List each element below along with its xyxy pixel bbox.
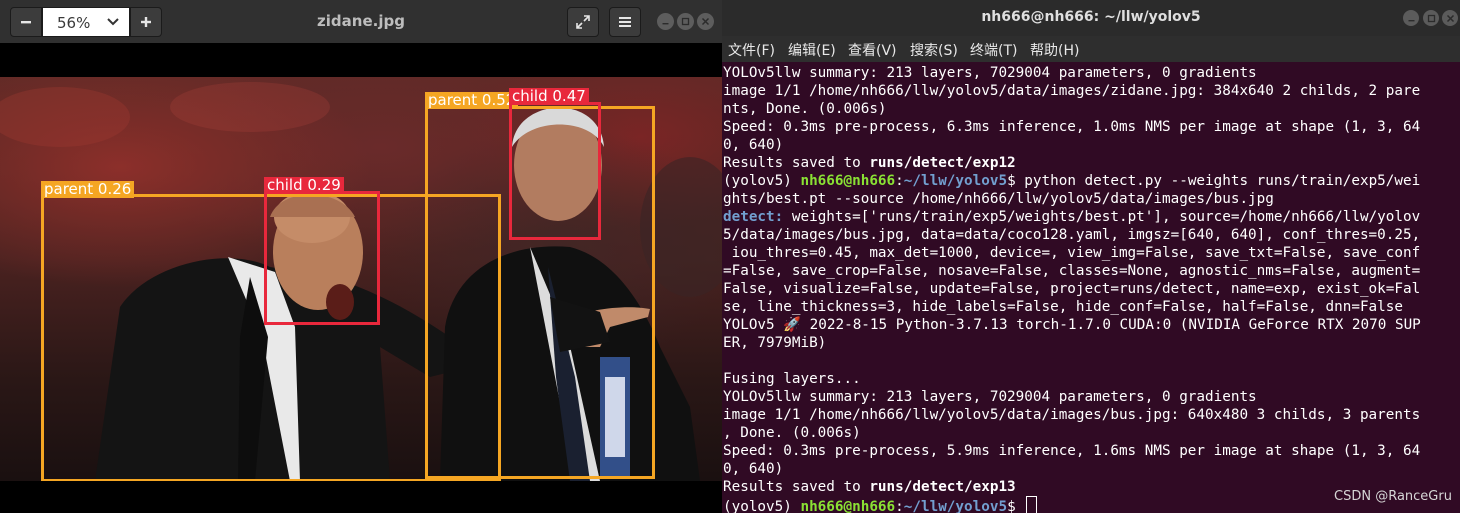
output-line: False, visualize=False, update=False, pr… [723, 281, 1421, 297]
output-line: YOLOv5llw summary: 213 layers, 7029004 p… [723, 389, 1257, 405]
plus-icon [141, 17, 151, 27]
prompt-env: (yolov5) [723, 499, 801, 513]
chevron-down-icon [107, 18, 119, 26]
zoom-level-value: 56% [57, 14, 91, 32]
prompt-env: (yolov5) [723, 173, 801, 189]
output-line: 5/data/images/bus.jpg, data=data/coco128… [723, 227, 1421, 243]
output-line: 0, 640) [723, 137, 784, 153]
watermark: CSDN @RanceGru [1334, 489, 1452, 504]
output-line: se, line_thickness=3, hide_labels=False,… [723, 299, 1403, 315]
maximize-button[interactable] [677, 13, 694, 30]
output-line: Speed: 0.3ms pre-process, 6.3ms inferenc… [723, 119, 1421, 135]
output-line: YOLOv5llw summary: 213 layers, 7029004 p… [723, 65, 1257, 81]
minimize-icon [1408, 19, 1414, 21]
menu-terminal[interactable]: 终端(T) [970, 40, 1017, 60]
minimize-button[interactable] [657, 13, 674, 30]
output-line: nts, Done. (0.006s) [723, 101, 887, 117]
detection-box-child [509, 102, 601, 240]
output-path: runs/detect/exp12 [869, 155, 1016, 171]
output-line: ER, 7979MiB) [723, 335, 827, 351]
terminal-scrollbar[interactable] [1453, 64, 1458, 513]
prompt-line: (yolov5) nh666@nh666:~/llw/yolov5$ [723, 496, 1038, 513]
close-button[interactable] [1442, 10, 1458, 26]
output-line: YOLOv5 🚀 2022-8-15 Python-3.7.13 torch-1… [723, 317, 1421, 333]
prompt-path: ~/llw/yolov5 [903, 173, 1008, 189]
zoom-in-button[interactable] [130, 7, 162, 37]
output-line: , Done. (0.006s) [723, 425, 861, 441]
minus-icon [21, 21, 31, 24]
menu-search[interactable]: 搜索(S) [910, 40, 958, 60]
output-line: =False, save_crop=False, nosave=False, c… [723, 263, 1421, 279]
zoom-level-select[interactable]: 56% [42, 7, 130, 37]
close-icon [1446, 14, 1454, 22]
command-text: python detect.py --weights runs/train/ex… [1015, 173, 1421, 189]
terminal-output[interactable]: YOLOv5llw summary: 213 layers, 7029004 p… [722, 64, 1452, 513]
text-cursor [1026, 496, 1038, 513]
detection-box-child [264, 191, 380, 325]
output-text: weights=['runs/train/exp5/weights/best.p… [783, 209, 1421, 225]
minimize-icon [662, 23, 669, 25]
output-text: Results saved to [723, 479, 870, 495]
fullscreen-icon [576, 15, 590, 29]
hamburger-icon [619, 17, 631, 27]
terminal-menubar: 文件(F) 编辑(E) 查看(V) 搜索(S) 终端(T) 帮助(H) [722, 36, 1460, 62]
output-line: detect: weights=['runs/train/exp5/weight… [723, 208, 1420, 226]
prompt-dollar: $ [1007, 173, 1016, 189]
output-line: ghts/best.pt --source /home/nh666/llw/yo… [723, 191, 1274, 207]
detect-keyword: detect: [723, 209, 784, 225]
maximize-icon [1427, 14, 1435, 22]
viewer-headerbar: 56% zidane.jpg [0, 0, 722, 43]
maximize-button[interactable] [1423, 10, 1439, 26]
prompt-sep: : [895, 499, 904, 513]
detection-label: child 0.47 [509, 88, 589, 105]
prompt-dollar: $ [1007, 499, 1016, 513]
output-text: Results saved to [723, 155, 870, 171]
detection-image: parent 0.26 child 0.29 parent 0.52 child… [0, 77, 722, 481]
detection-label: parent 0.26 [41, 181, 135, 198]
prompt-path: ~/llw/yolov5 [903, 499, 1008, 513]
image-viewer-window: 56% zidane.jpg parent 0.26 child 0.29 pa… [0, 0, 722, 513]
prompt-line: (yolov5) nh666@nh666:~/llw/yolov5$ pytho… [723, 172, 1420, 190]
terminal-titlebar: nh666@nh666: ~/llw/yolov5 [722, 0, 1460, 36]
output-line: iou_thres=0.45, max_det=1000, device=, v… [723, 245, 1421, 261]
output-path: runs/detect/exp13 [869, 479, 1016, 495]
prompt-sep: : [895, 173, 904, 189]
output-line: image 1/1 /home/nh666/llw/yolov5/data/im… [723, 83, 1421, 99]
minimize-button[interactable] [1403, 10, 1419, 26]
terminal-window: nh666@nh666: ~/llw/yolov5 文件(F) 编辑(E) 查看… [722, 0, 1460, 513]
output-line: Results saved to runs/detect/exp13 [723, 478, 1016, 496]
menu-edit[interactable]: 编辑(E) [788, 40, 836, 60]
menu-file[interactable]: 文件(F) [728, 40, 775, 60]
prompt-user: nh666@nh666 [800, 499, 896, 513]
hamburger-menu-button[interactable] [609, 7, 641, 37]
close-icon [701, 17, 710, 26]
maximize-icon [681, 17, 690, 26]
output-line: Results saved to runs/detect/exp12 [723, 154, 1016, 172]
output-line: image 1/1 /home/nh666/llw/yolov5/data/im… [723, 407, 1421, 423]
zoom-out-button[interactable] [10, 7, 42, 37]
detection-label: child 0.29 [264, 177, 344, 194]
close-button[interactable] [697, 13, 714, 30]
viewer-letterbox [0, 481, 722, 513]
menu-view[interactable]: 查看(V) [848, 40, 897, 60]
window-title: nh666@nh666: ~/llw/yolov5 [981, 9, 1201, 25]
fullscreen-button[interactable] [567, 7, 599, 37]
output-line: Fusing layers... [723, 371, 861, 387]
output-line: 0, 640) [723, 461, 784, 477]
menu-help[interactable]: 帮助(H) [1030, 40, 1079, 60]
prompt-user: nh666@nh666 [800, 173, 896, 189]
output-line: Speed: 0.3ms pre-process, 5.9ms inferenc… [723, 443, 1421, 459]
detection-label: parent 0.52 [425, 92, 519, 109]
